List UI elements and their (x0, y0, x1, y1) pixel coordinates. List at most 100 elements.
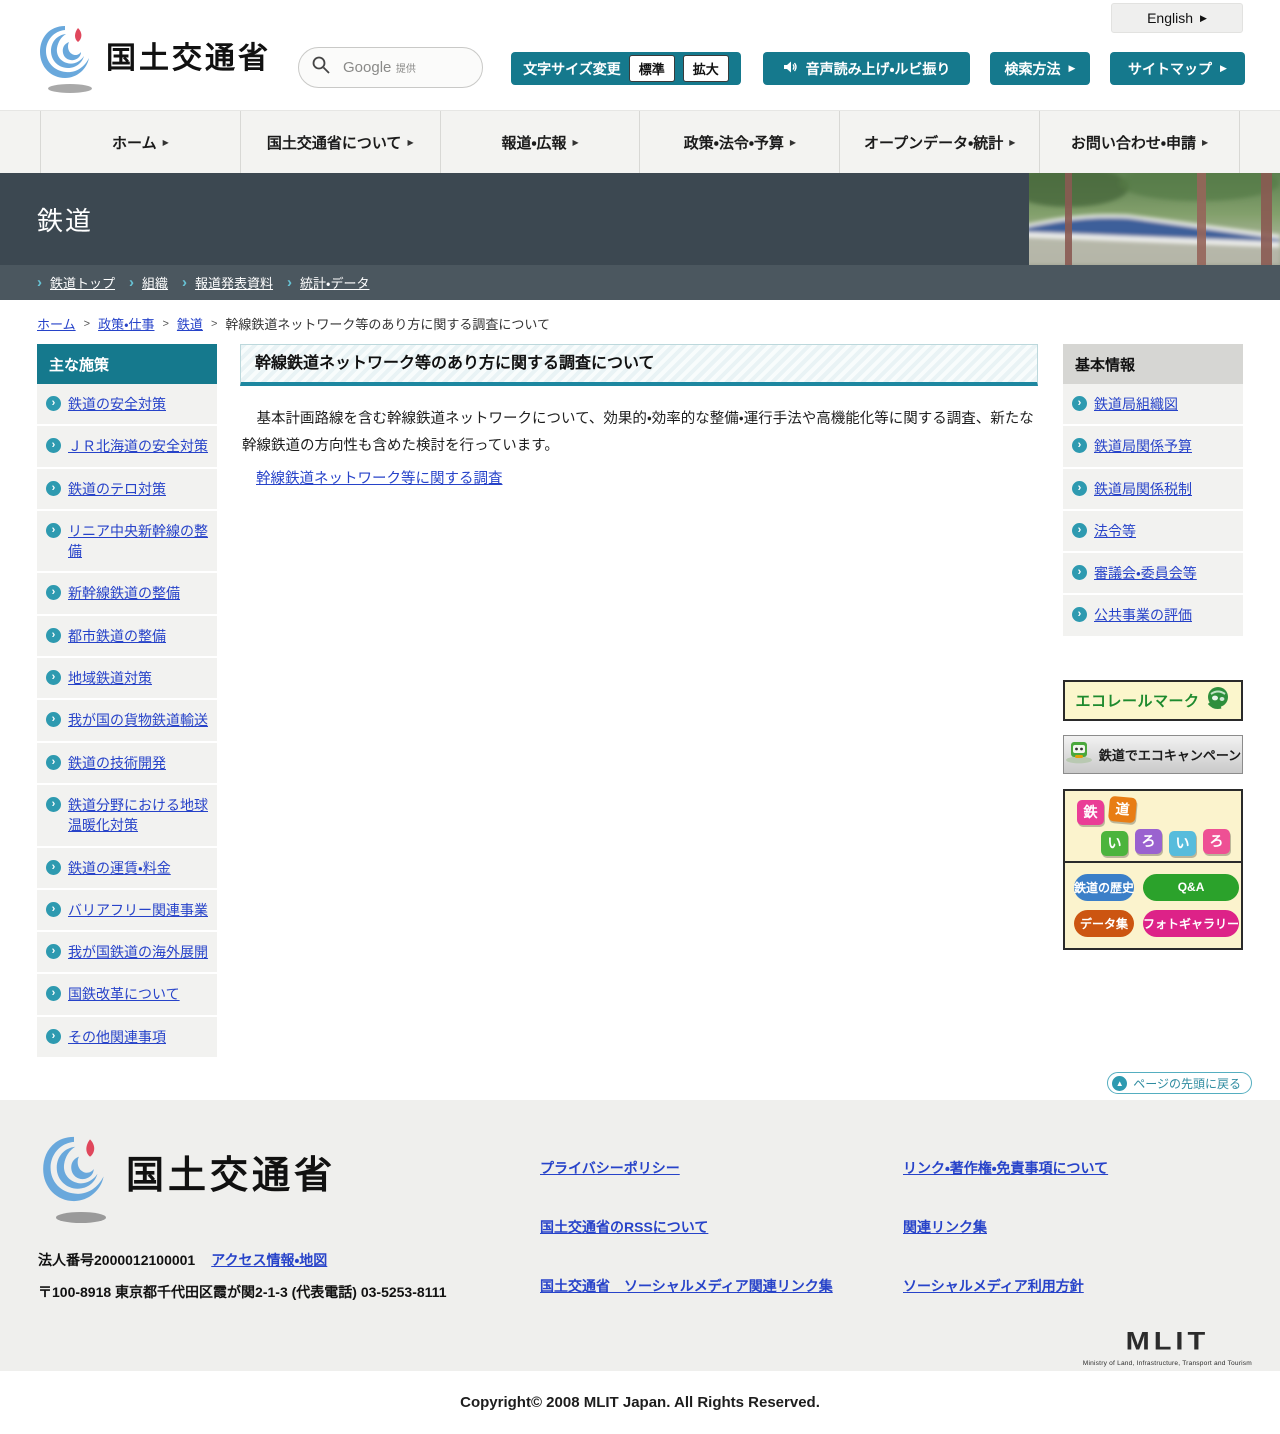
sidebar-link[interactable]: 鉄道の技術開発 (68, 753, 166, 773)
sidebar-link[interactable]: 鉄道のテロ対策 (68, 479, 166, 499)
circle-chevron-icon: › (46, 754, 61, 770)
font-size-standard-button[interactable]: 標準 (628, 55, 675, 82)
sidebar-item-jnr-reform[interactable]: › 国鉄改革について (37, 972, 217, 1015)
info-item-tax[interactable]: › 鉄道局関係税制 (1063, 466, 1243, 509)
eco-campaign-banner[interactable]: 鉄道でエコキャンペーン (1063, 734, 1243, 774)
sidebar-link[interactable]: 新幹線鉄道の整備 (68, 583, 180, 603)
privacy-policy-link[interactable]: プライバシーポリシー (540, 1158, 833, 1178)
back-to-top-button[interactable]: ▲ ページの先頭に戻る (1107, 1072, 1252, 1094)
font-size-button[interactable]: 文字サイズ変更 標準 拡大 (511, 52, 741, 85)
mlit-logo-icon (36, 22, 94, 87)
search-method-button[interactable]: 検索方法 ▶ (990, 52, 1090, 85)
circle-chevron-icon: › (1072, 522, 1087, 538)
info-link[interactable]: 法令等 (1094, 521, 1136, 541)
copyright-bar: Copyright© 2008 MLIT Japan. All Rights R… (0, 1371, 1280, 1434)
page-section-title: 鉄道 (37, 206, 94, 236)
sidebar-link[interactable]: 鉄道分野における地球温暖化対策 (68, 795, 211, 836)
nav-item-policy[interactable]: 政策・法令・予算 ▶ (639, 111, 839, 173)
info-link[interactable]: 審議会・委員会等 (1094, 563, 1197, 583)
train-char: い (1101, 830, 1128, 856)
sidebar-item-warming[interactable]: › 鉄道分野における地球温暖化対策 (37, 782, 217, 846)
subnav-link-railway-top[interactable]: 鉄道トップ (50, 273, 115, 292)
sidebar-link[interactable]: 国鉄改革について (68, 984, 180, 1004)
sidebar-link[interactable]: バリアフリー関連事業 (68, 900, 208, 920)
train-char: い (1169, 830, 1196, 856)
circle-chevron-icon: › (1072, 396, 1087, 411)
sidebar-item-regional[interactable]: › 地域鉄道対策 (37, 656, 217, 699)
breadcrumb-railway[interactable]: 鉄道 (177, 314, 203, 333)
logo-shadow (48, 84, 92, 93)
corporate-number: 法人番号2000012100001 (38, 1252, 196, 1268)
sidebar-item-terrorism[interactable]: › 鉄道のテロ対策 (37, 466, 217, 509)
sidebar-item-shinkansen[interactable]: › 新幹線鉄道の整備 (37, 571, 217, 614)
sidebar-link[interactable]: 鉄道の運賃・料金 (68, 858, 171, 878)
site-logo[interactable]: 国土交通省 (36, 22, 271, 87)
info-link[interactable]: 鉄道局関係予算 (1094, 436, 1192, 456)
info-item-budget[interactable]: › 鉄道局関係予算 (1063, 424, 1243, 467)
breadcrumb-policy[interactable]: 政策・仕事 (98, 314, 154, 333)
ecorail-mark-banner[interactable]: エコレールマーク (1063, 679, 1243, 721)
social-media-policy-link[interactable]: ソーシャルメディア利用方針 (903, 1276, 1108, 1296)
related-links-link[interactable]: 関連リンク集 (903, 1217, 1108, 1237)
font-size-large-button[interactable]: 拡大 (682, 55, 729, 82)
subnav-link-press[interactable]: 報道発表資料 (195, 273, 273, 292)
sidebar-item-technology[interactable]: › 鉄道の技術開発 (37, 740, 217, 783)
sidebar-item-jr-hokkaido[interactable]: › ＪＲ北海道の安全対策 (37, 424, 217, 467)
sidebar-link[interactable]: 鉄道の安全対策 (68, 394, 166, 414)
sidebar-link[interactable]: 都市鉄道の整備 (68, 626, 166, 646)
sidebar-item-urban[interactable]: › 都市鉄道の整備 (37, 613, 217, 657)
sidebar-link[interactable]: 地域鉄道対策 (68, 668, 152, 688)
subnav-link-statistics[interactable]: 統計・データ (300, 273, 369, 292)
nav-item-press[interactable]: 報道・広報 ▶ (439, 111, 640, 173)
nav-item-home[interactable]: ホーム ▶ (40, 111, 240, 173)
rss-link[interactable]: 国土交通省のRSSについて (540, 1217, 833, 1237)
english-button[interactable]: English ▶ (1111, 3, 1243, 33)
content-area: ホーム > 政策・仕事 > 鉄道 > 幹線鉄道ネットワーク等のあり方に関する調査… (0, 300, 1280, 1100)
nav-item-opendata[interactable]: オープンデータ・統計 ▶ (839, 111, 1039, 173)
info-item-org-chart[interactable]: › 鉄道局組織図 (1063, 384, 1243, 425)
breadcrumb-separator: > (210, 317, 218, 330)
info-item-evaluation[interactable]: › 公共事業の評価 (1063, 593, 1243, 636)
access-info-link[interactable]: アクセス情報・地図 (211, 1250, 327, 1270)
subnav-link-organization[interactable]: 組織 (142, 273, 168, 292)
sidebar-link[interactable]: ＪＲ北海道の安全対策 (68, 436, 208, 456)
survey-link[interactable]: 幹線鉄道ネットワーク等に関する調査 (256, 467, 503, 488)
data-collection-button[interactable]: データ集 (1074, 909, 1135, 937)
sidebar-link[interactable]: 我が国の貨物鉄道輸送 (68, 710, 208, 730)
nav-item-about[interactable]: 国土交通省について ▶ (239, 111, 440, 173)
sidebar-link[interactable]: 我が国鉄道の海外展開 (68, 942, 208, 962)
arrow-right-icon: ▶ (1200, 12, 1207, 23)
social-media-links-link[interactable]: 国土交通省 ソーシャルメディア関連リンク集 (540, 1276, 833, 1296)
arrow-right-icon: ▶ (1202, 137, 1209, 147)
info-link[interactable]: 鉄道局組織図 (1094, 394, 1178, 414)
audio-reading-button[interactable]: 音声読み上げ・ルビ振り (763, 52, 970, 85)
sidebar-item-overseas[interactable]: › 我が国鉄道の海外展開 (37, 930, 217, 973)
sidebar-item-barrier-free[interactable]: › バリアフリー関連事業 (37, 887, 217, 931)
search-input[interactable]: Google 提供 (298, 47, 483, 88)
photo-gallery-button[interactable]: フォトギャラリー (1143, 909, 1240, 937)
sidebar-item-other[interactable]: › その他関連事項 (37, 1014, 217, 1058)
qa-button[interactable]: Q&A (1143, 873, 1240, 901)
chevron-icon: › (37, 274, 42, 291)
info-item-laws[interactable]: › 法令等 (1063, 508, 1243, 552)
sidebar-link[interactable]: その他関連事項 (68, 1027, 166, 1047)
info-link[interactable]: 公共事業の評価 (1094, 605, 1192, 625)
maglev-train-photo (1009, 165, 1280, 265)
copyright-disclaimer-link[interactable]: リンク・著作権・免責事項について (903, 1158, 1108, 1178)
train-char: 鉄 (1077, 799, 1104, 825)
railway-history-button[interactable]: 鉄道の歴史 (1074, 873, 1135, 901)
sidebar-item-freight[interactable]: › 我が国の貨物鉄道輸送 (37, 698, 217, 741)
sitemap-button[interactable]: サイトマップ ▶ (1110, 52, 1245, 85)
train-char: ろ (1135, 828, 1162, 854)
corporate-number-row: 法人番号2000012100001 アクセス情報・地図 (38, 1250, 327, 1270)
sidebar-item-safety[interactable]: › 鉄道の安全対策 (37, 384, 217, 425)
sidebar-link[interactable]: リニア中央新幹線の整備 (68, 521, 211, 562)
sidebar-item-linear[interactable]: › リニア中央新幹線の整備 (37, 508, 217, 572)
nav-item-contact[interactable]: お問い合わせ・申請 ▶ (1039, 111, 1240, 173)
info-item-councils[interactable]: › 審議会・委員会等 (1063, 551, 1243, 594)
breadcrumb-home[interactable]: ホーム (37, 314, 76, 333)
circle-chevron-icon: › (1072, 438, 1087, 454)
info-link[interactable]: 鉄道局関係税制 (1094, 479, 1192, 499)
railway-iroiro-banner[interactable]: 鉄 道 い ろ い ろ 鉄道の歴史 Q&A データ集 フォトギャラリー (1063, 788, 1243, 950)
sidebar-item-fare[interactable]: › 鉄道の運賃・料金 (37, 845, 217, 888)
